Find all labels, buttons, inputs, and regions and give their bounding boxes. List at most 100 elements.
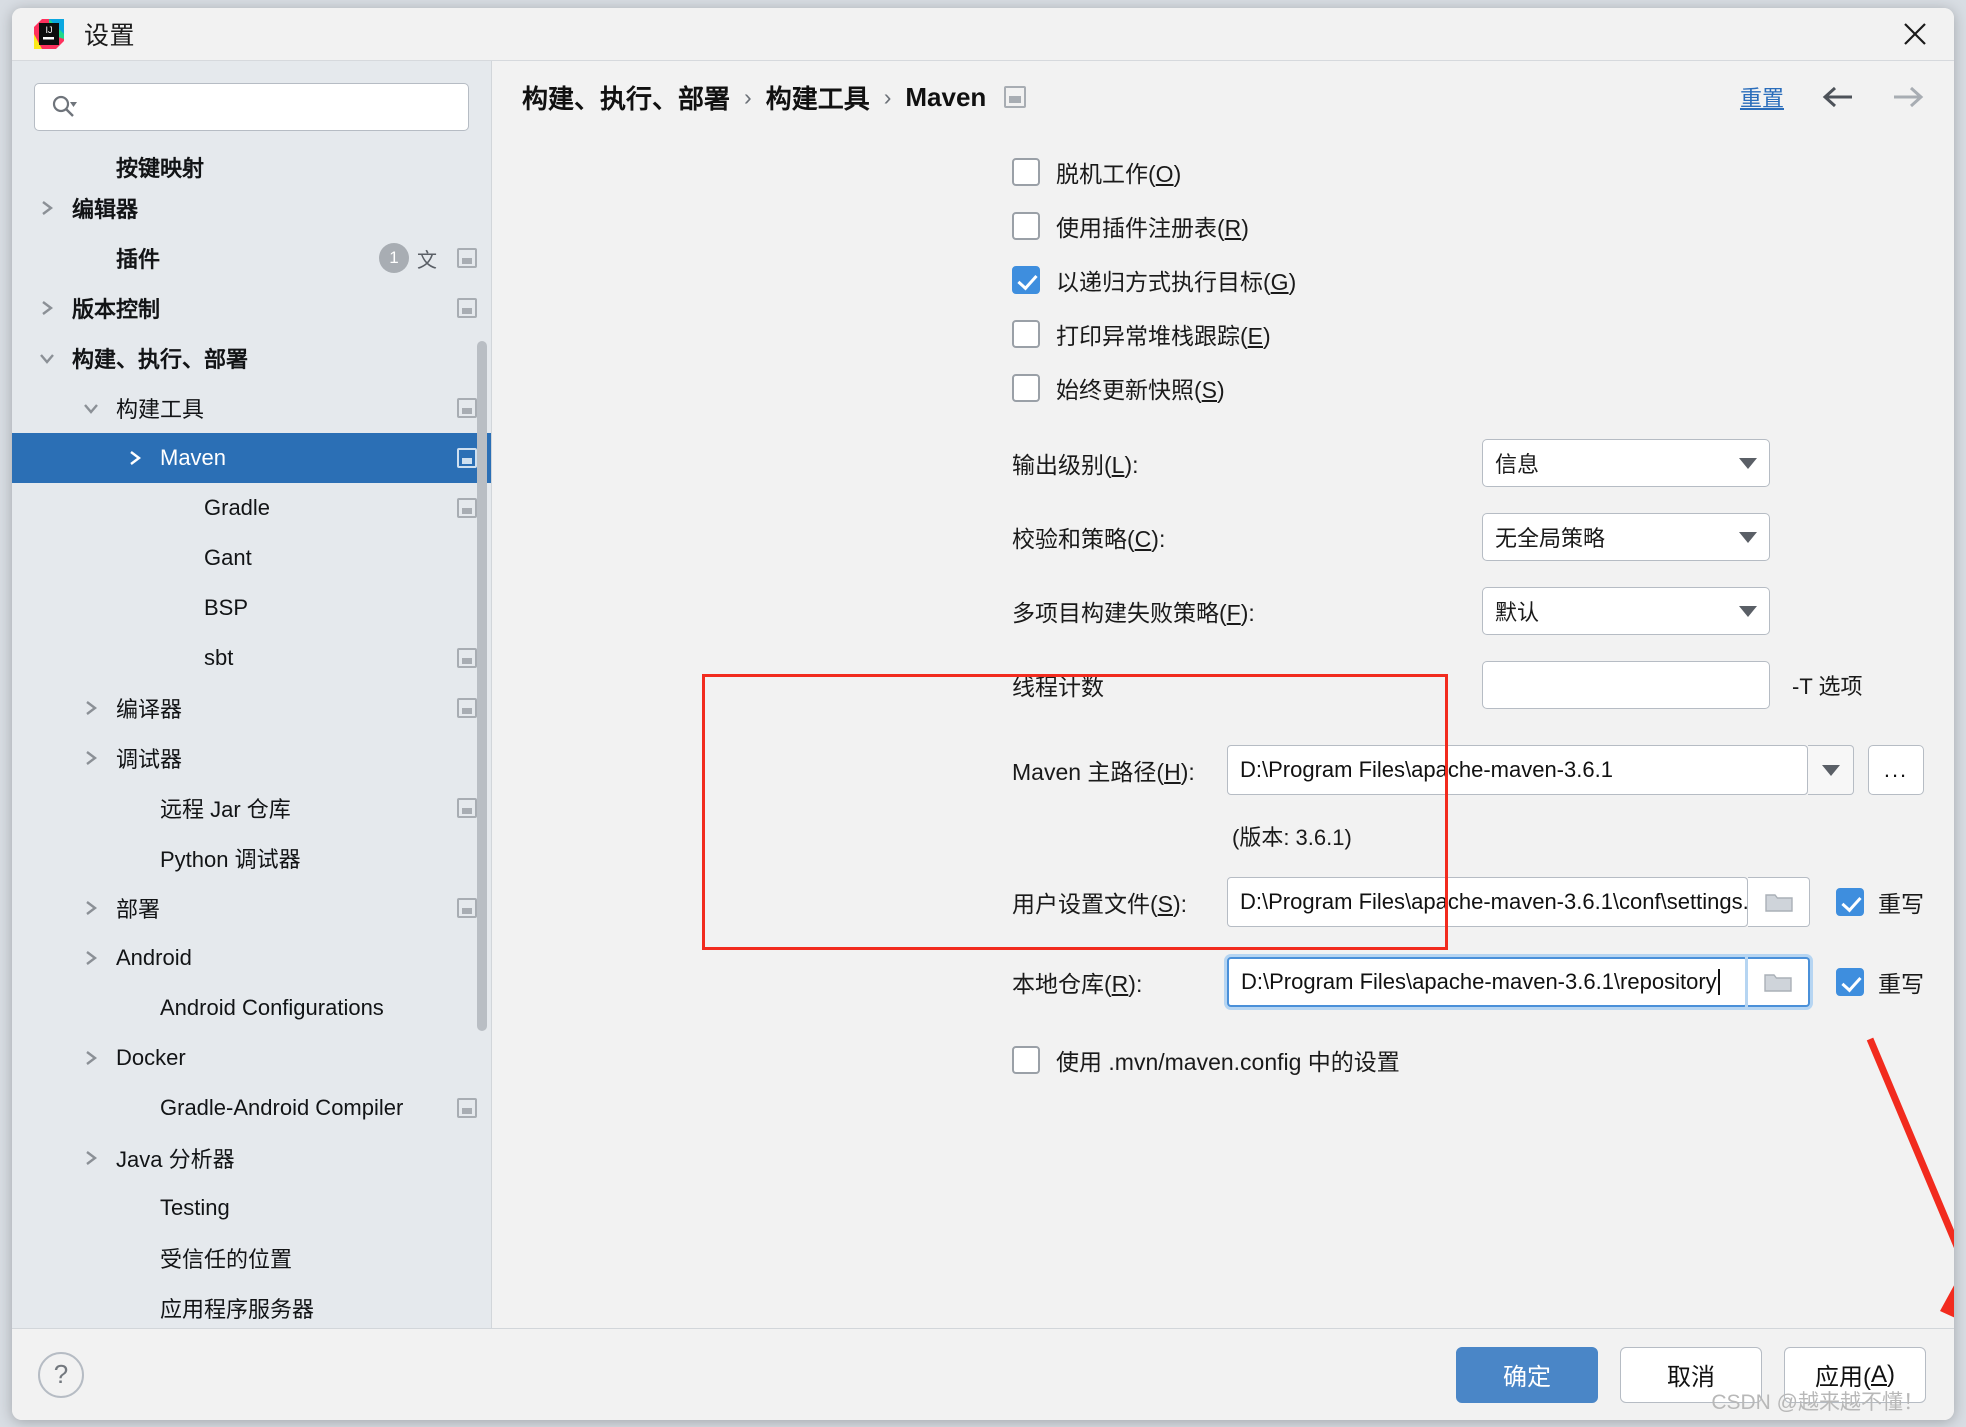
chevron-right-icon[interactable] <box>78 748 104 768</box>
checkbox-update-snapshots-label: 始终更新快照(S) <box>1056 377 1225 403</box>
sidebar-item-sbt[interactable]: sbt <box>12 633 491 683</box>
user-settings-file-override[interactable]: 重写 <box>1836 885 1924 919</box>
user-settings-file-browse-button[interactable] <box>1748 877 1810 927</box>
sidebar-item-gradle[interactable]: Gradle <box>12 483 491 533</box>
sidebar-item-label: Android Configurations <box>160 995 384 1020</box>
sidebar-item-label: 构建、执行、部署 <box>72 347 249 372</box>
output-level-label: 输出级别(L): <box>1012 452 1139 478</box>
checkbox-print-stacktrace[interactable] <box>1012 320 1040 348</box>
chevron-right-icon[interactable] <box>78 898 104 918</box>
checkbox-recursive-goals[interactable] <box>1012 266 1040 294</box>
sidebar-scrollbar-thumb[interactable] <box>477 341 487 1031</box>
translate-icon[interactable]: 文 <box>417 244 437 273</box>
sidebar-item-构建工具[interactable]: 构建工具 <box>12 383 491 433</box>
sidebar-item-label: Testing <box>160 1195 230 1220</box>
chevron-right-icon[interactable] <box>78 1048 104 1068</box>
sidebar-item-label: sbt <box>204 645 234 670</box>
sidebar-item-版本控制[interactable]: 版本控制 <box>12 283 491 333</box>
sidebar-item-插件[interactable]: 插件 1 文 <box>12 233 491 283</box>
reset-link[interactable]: 重置 <box>1740 81 1784 113</box>
chevron-right-icon[interactable] <box>78 1148 104 1168</box>
checkbox-row-offline[interactable]: 脱机工作(O) <box>492 145 1954 199</box>
arrow-right-icon[interactable] <box>1890 84 1928 110</box>
chevron-down-icon[interactable] <box>78 400 104 416</box>
sidebar-item-label: Android <box>116 945 192 970</box>
checksum-policy-select[interactable]: 无全局策略 <box>1482 513 1770 561</box>
checkbox-row-recursive-goals[interactable]: 以递归方式执行目标(G) <box>492 253 1954 307</box>
maven-home-browse-button[interactable]: ... <box>1868 745 1924 795</box>
checkbox-row-plugin-registry[interactable]: 使用插件注册表(R) <box>492 199 1954 253</box>
settings-tree[interactable]: 按键映射 编辑器插件 1 文版本控制构建、执行、部署构建工具 Maven Gradle Ga… <box>12 141 491 1328</box>
sidebar-item-部署[interactable]: 部署 <box>12 883 491 933</box>
sidebar-item-label: Gradle-Android Compiler <box>160 1095 404 1120</box>
row-maven-home: Maven 主路径(H): D:\Program Files\apache-ma… <box>492 733 1954 807</box>
sidebar-item-调试器[interactable]: 调试器 <box>12 733 491 783</box>
checkbox-update-snapshots[interactable] <box>1012 374 1040 402</box>
sidebar-item-android-configurations[interactable]: Android Configurations <box>12 983 491 1033</box>
sidebar-item-java-分析器[interactable]: Java 分析器 <box>12 1133 491 1183</box>
maven-settings-form: 脱机工作(O) 使用插件注册表(R) 以递归方式执行目标(G) 打印异常堆栈跟踪… <box>492 133 1954 1087</box>
breadcrumb-item-1[interactable]: 构建工具 <box>766 79 870 116</box>
breadcrumb-item-0[interactable]: 构建、执行、部署 <box>522 79 730 116</box>
chevron-down-icon[interactable] <box>34 350 60 366</box>
sidebar-item-testing[interactable]: Testing <box>12 1183 491 1233</box>
checkbox-plugin-registry[interactable] <box>1012 212 1040 240</box>
sidebar-item-受信任的位置[interactable]: 受信任的位置 <box>12 1233 491 1283</box>
question-mark-icon[interactable]: ? <box>38 1351 84 1398</box>
checkbox-offline[interactable] <box>1012 158 1040 186</box>
sidebar-item-gradle-android-compiler[interactable]: Gradle-Android Compiler <box>12 1083 491 1133</box>
sidebar-item-编辑器[interactable]: 编辑器 <box>12 183 491 233</box>
chevron-right-icon[interactable] <box>34 298 60 318</box>
panel-icon <box>457 648 477 668</box>
output-level-select[interactable]: 信息 <box>1482 439 1770 487</box>
thread-count-input[interactable] <box>1482 661 1770 709</box>
checkbox-row-print-stacktrace[interactable]: 打印异常堆栈跟踪(E) <box>492 307 1954 361</box>
sidebar-item-label: BSP <box>204 595 249 620</box>
multiproject-fail-policy-label: 多项目构建失败策略(F): <box>1012 600 1255 626</box>
sidebar-item-docker[interactable]: Docker <box>12 1033 491 1083</box>
sidebar-item-远程-jar-仓库[interactable]: 远程 Jar 仓库 <box>12 783 491 833</box>
close-icon[interactable] <box>1894 13 1936 55</box>
chevron-right-icon[interactable] <box>78 948 104 968</box>
chevron-right-icon[interactable] <box>78 698 104 718</box>
sidebar-item-maven[interactable]: Maven <box>12 433 491 483</box>
sidebar-item-android[interactable]: Android <box>12 933 491 983</box>
chevron-right-icon[interactable] <box>34 198 60 218</box>
checkbox-override-user-settings[interactable] <box>1836 888 1864 916</box>
arrow-left-icon[interactable] <box>1818 84 1856 110</box>
multiproject-fail-policy-select[interactable]: 默认 <box>1482 587 1770 635</box>
sidebar-item-bsp[interactable]: BSP <box>12 583 491 633</box>
folder-icon <box>1764 894 1793 912</box>
maven-home-input[interactable]: D:\Program Files\apache-maven-3.6.1 <box>1227 745 1808 795</box>
ok-button[interactable]: 确定 <box>1456 1346 1598 1403</box>
checkbox-override-local-repository[interactable] <box>1836 968 1864 996</box>
settings-dialog: IJ 设置 按键映射 编辑器 插件 1 文 版本控制 构建、执行、部署 构建工具… <box>12 8 1954 1420</box>
maven-home-dropdown-button[interactable] <box>1808 745 1854 795</box>
checkbox-row-update-snapshots[interactable]: 始终更新快照(S) <box>492 361 1954 415</box>
checkbox-row-use-mvn-config[interactable]: 使用 .mvn/maven.config 中的设置 <box>492 1033 1954 1087</box>
search-icon <box>51 94 77 120</box>
user-settings-file-input[interactable]: D:\Program Files\apache-maven-3.6.1\conf… <box>1227 877 1748 927</box>
sidebar-item-badge: 1 <box>379 243 409 273</box>
checkbox-print-stacktrace-label: 打印异常堆栈跟踪(E) <box>1056 323 1271 349</box>
sidebar-item-应用程序服务器[interactable]: 应用程序服务器 <box>12 1283 491 1328</box>
breadcrumb-item-2[interactable]: Maven <box>905 82 986 113</box>
panel-icon <box>457 248 477 268</box>
sidebar-item-按键映射[interactable]: 按键映射 <box>12 143 491 183</box>
local-repository-label: 本地仓库(R): <box>1012 971 1143 997</box>
sidebar-item-label: 插件 <box>116 247 161 272</box>
sidebar-item-gant[interactable]: Gant <box>12 533 491 583</box>
local-repository-input[interactable]: D:\Program Files\apache-maven-3.6.1\repo… <box>1227 957 1748 1007</box>
sidebar-item-构建、执行、部署[interactable]: 构建、执行、部署 <box>12 333 491 383</box>
svg-text:IJ: IJ <box>45 25 52 35</box>
local-repository-browse-button[interactable] <box>1748 957 1810 1007</box>
row-thread-count: 线程计数 -T 选项 <box>492 651 1954 719</box>
sidebar-item-python-调试器[interactable]: Python 调试器 <box>12 833 491 883</box>
search-input[interactable] <box>34 83 469 131</box>
chevron-right-icon[interactable] <box>122 448 148 468</box>
checkbox-use-mvn-config[interactable] <box>1012 1046 1040 1074</box>
sidebar-item-编译器[interactable]: 编译器 <box>12 683 491 733</box>
sidebar-scrollbar[interactable] <box>477 61 489 1328</box>
local-repository-override[interactable]: 重写 <box>1836 965 1924 999</box>
sidebar-item-label: 调试器 <box>116 747 183 772</box>
